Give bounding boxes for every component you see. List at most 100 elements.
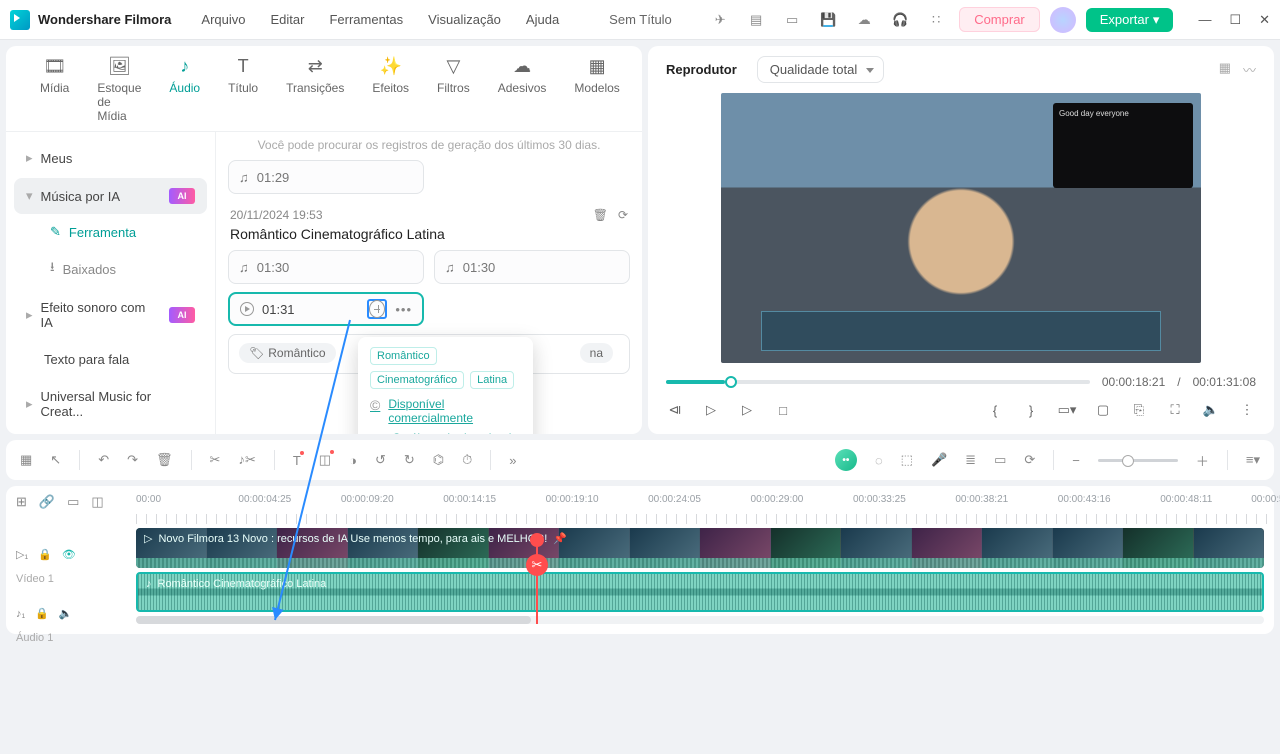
undo-icon[interactable]: ↶ [98,452,109,468]
volume-icon[interactable]: 🔈 [1202,401,1220,419]
menu-visualizacao[interactable]: Visualização [428,12,501,27]
track-options-icon[interactable]: ≡▾ [1246,452,1260,468]
progress-track[interactable] [666,380,1090,384]
progress-bar[interactable]: 00:00:18:21 / 00:01:31:08 [666,375,1256,389]
mute-icon[interactable]: 🔈 [59,607,73,620]
segment-icon[interactable]: ◫ [91,494,103,510]
clip-0129[interactable]: ♫01:29 [228,160,424,194]
headphones-icon[interactable]: 🎧 [887,7,913,33]
text-tool-icon[interactable]: T [293,453,301,468]
sidebar-sub-baixados[interactable]: ⭳Baixados [14,250,207,288]
tab-estoque[interactable]: 🖼Estoque de Mídia [83,56,155,131]
playhead-grip[interactable]: ✂ [526,554,548,576]
delete-icon[interactable]: 🗑 [156,452,173,468]
magnet-icon[interactable]: ▭ [67,494,79,510]
menu-ferramentas[interactable]: Ferramentas [329,12,403,27]
scrollbar-thumb[interactable] [136,616,531,624]
zoom-in-icon[interactable]: ＋ [1196,451,1209,470]
ai-icon[interactable]: •• [835,449,857,471]
t1-icon[interactable]: ◌ [875,453,883,468]
maximize-button[interactable]: ☐ [1229,12,1241,28]
avatar[interactable] [1050,7,1076,33]
video-track[interactable]: ▷ Novo Filmora 13 Novo : recursos de IA … [136,528,1264,568]
pop-tag-1[interactable]: Romântico [370,347,437,365]
tab-audio[interactable]: ♪Áudio [155,56,214,131]
zoom-out-icon[interactable]: − [1072,453,1080,468]
marker-icon[interactable]: ▭ [994,452,1006,468]
quality-dropdown[interactable]: Qualidade total [757,56,884,83]
sidebar-item-universal[interactable]: ▸Universal Music for Creat... [14,379,207,429]
delete-icon[interactable]: 🗑 [593,208,608,222]
menu-ajuda[interactable]: Ajuda [526,12,559,27]
close-button[interactable]: ✕ [1259,12,1270,28]
minimize-button[interactable]: — [1198,12,1211,28]
scope-icon[interactable]: 〰 [1243,60,1256,79]
clip-0130b[interactable]: ♫01:30 [434,250,630,284]
audio-track[interactable]: ♪ Romântico Cinematográfico Latina [136,572,1264,612]
redo-icon[interactable]: ↷ [127,452,138,468]
tab-efeitos[interactable]: ✨Efeitos [358,56,423,131]
pop-tag-3[interactable]: Latina [470,371,514,389]
prev-frame-button[interactable]: ⧏ [666,401,684,419]
video-track-header[interactable]: ▷₁ 🔒 👁 [16,546,76,563]
grid-view-icon[interactable]: ▦ [1219,60,1231,79]
cut-icon[interactable]: ✂ [210,452,221,468]
video-preview[interactable]: Good day everyone [721,93,1201,363]
mic-icon[interactable]: 🎤 [931,452,947,468]
speed-icon[interactable]: ⌬ [433,452,444,468]
buy-button[interactable]: Comprar [959,7,1040,32]
clip-0131-active[interactable]: 01:31 ••• [228,292,424,326]
tag-romantico[interactable]: 🏷Romântico [239,343,336,363]
tab-adesivos[interactable]: ☁Adesivos [484,56,561,131]
time-ruler[interactable]: 00:00 00:00:04:25 00:00:09:20 00:00:14:1… [136,492,1274,514]
sidebar-item-efeito-ia[interactable]: ▸Efeito sonoro com IAAI [14,290,207,340]
chevron-down-icon[interactable]: ⋮ [1238,401,1256,419]
refresh-icon[interactable]: ⟳ [618,208,628,222]
render-icon[interactable]: ⟳ [1024,452,1035,468]
apps-icon[interactable]: ∷ [923,7,949,33]
t2-icon[interactable]: ⬚ [901,452,913,468]
mark-in-icon[interactable]: { [986,401,1004,419]
progress-thumb[interactable] [725,376,737,388]
play-icon[interactable] [240,302,254,316]
lock-icon[interactable]: 🔒 [35,607,49,620]
sidebar-item-musica-ia[interactable]: ▾Música por IAAI [14,178,207,214]
tab-transicoes[interactable]: ⇄Transições [272,56,358,131]
music-tool-icon[interactable]: ♪✂ [238,452,255,468]
clip-0130a[interactable]: ♫01:30 [228,250,424,284]
color-icon[interactable]: ◑ [349,453,357,468]
zoom-slider[interactable] [1098,459,1178,462]
tab-titulo[interactable]: TTítulo [214,56,272,131]
tasks-icon[interactable]: ▤ [743,7,769,33]
export-button[interactable]: Exportar ▾ [1086,8,1174,32]
sidebar-sub-ferramenta[interactable]: ✎Ferramenta [14,216,207,248]
sidebar-item-tts[interactable]: Texto para fala [14,342,207,377]
mark-out-icon[interactable]: } [1022,401,1040,419]
timer-icon[interactable]: ⏱ [462,452,472,468]
visibility-icon[interactable]: 👁 [62,548,76,561]
link-icon[interactable]: 🔗 [39,494,55,510]
fullscreen-icon[interactable]: ⛶ [1166,401,1184,419]
auto-reframe-icon[interactable]: ⊞ [16,494,27,510]
pop-tag-2[interactable]: Cinematográfico [370,371,464,389]
expand-icon[interactable]: » [509,453,516,468]
mixer-icon[interactable]: ≣ [965,452,976,468]
ratio-icon[interactable]: ▭▾ [1058,401,1076,419]
menu-arquivo[interactable]: Arquivo [201,12,245,27]
stop-button[interactable]: □ [774,401,792,419]
next-frame-button[interactable]: ▷ [738,401,756,419]
tab-modelos[interactable]: ▦Modelos [560,56,633,131]
layout-icon[interactable]: ▭ [779,7,805,33]
save-icon[interactable]: 💾 [815,7,841,33]
play-button[interactable]: ▷ [702,401,720,419]
speed-fwd-icon[interactable]: ↻ [404,452,415,468]
lock-icon[interactable]: 🔒 [38,548,52,561]
crop-icon[interactable]: ◫ [319,452,331,468]
more-icon[interactable]: ••• [395,302,412,317]
tag-partial[interactable]: na [580,343,613,363]
add-to-timeline-button[interactable] [367,299,387,319]
timeline-scrollbar[interactable] [136,616,1264,624]
speed-back-icon[interactable]: ↺ [375,452,386,468]
adjust-icon[interactable]: ⎘ [1130,401,1148,419]
popover-link-commercial[interactable]: ©Disponível comercialmente [370,397,521,425]
